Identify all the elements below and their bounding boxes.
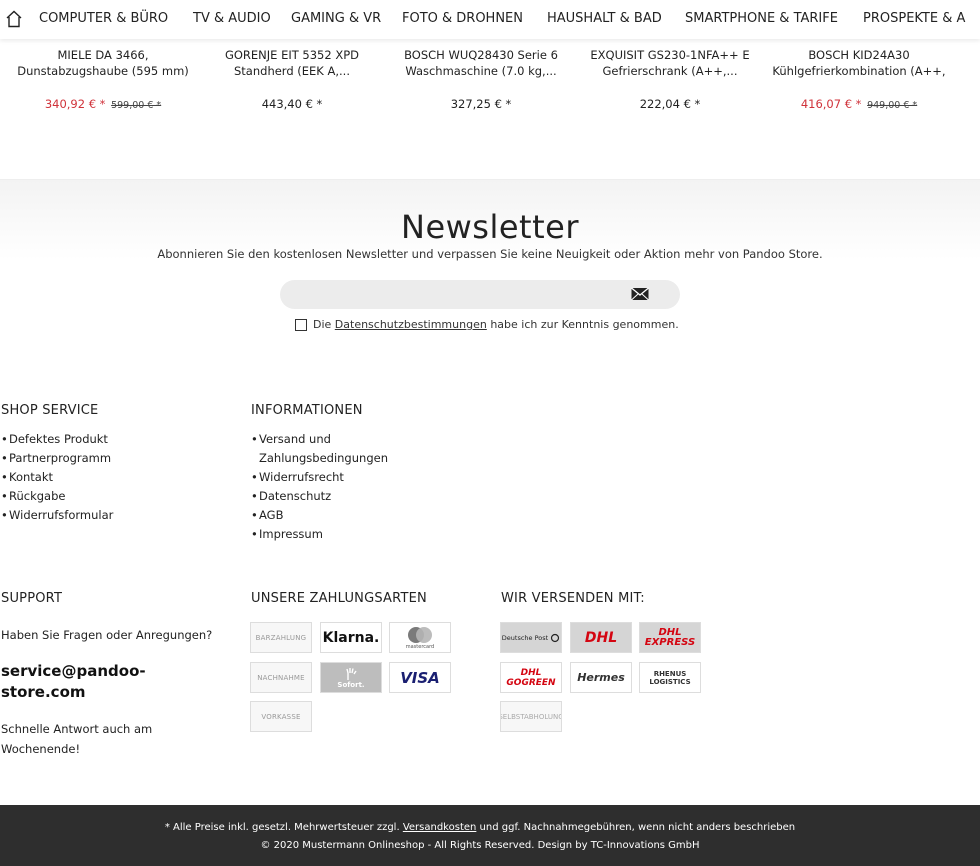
klarna-logo: Klarna.: [322, 629, 380, 646]
product-price: 340,92 € * 599,00 € *: [44, 97, 162, 111]
nav-item-computer-buero[interactable]: COMPUTER & BÜRO: [39, 11, 168, 26]
nav-item-tv-audio[interactable]: TV & AUDIO: [193, 11, 271, 26]
link-rueckgabe[interactable]: Rückgabe: [1, 487, 201, 506]
link-widerrufsrecht[interactable]: Widerrufsrecht: [251, 468, 401, 487]
nav-item-gaming-vr[interactable]: GAMING & VR: [291, 11, 381, 26]
product-card[interactable]: BOSCH KID24A30 Kühlgefrierkombination (A…: [766, 47, 952, 114]
sofort-hand-icon: [346, 667, 357, 680]
product-price: 443,40 € *: [261, 97, 323, 111]
link-datenschutz[interactable]: Datenschutz: [251, 487, 401, 506]
shipping-selbstabholung: SELBSTABHOLUNG: [500, 701, 562, 732]
link-agb[interactable]: AGB: [251, 506, 401, 525]
shipping-deutsche-post: Deutsche Post: [500, 622, 562, 653]
shipping-hermes: Hermes: [570, 662, 632, 693]
old-price: 949,00 € *: [867, 100, 918, 111]
privacy-consent: Die Datenschutzbestimmungen habe ich zur…: [295, 318, 679, 331]
support-email-link[interactable]: service@pandoo-store.com: [1, 661, 201, 703]
link-kontakt[interactable]: Kontakt: [1, 468, 201, 487]
link-versand-zahlung[interactable]: Versand und Zahlungsbedingungen: [251, 430, 401, 468]
newsletter-title: Newsletter: [401, 208, 579, 246]
product-card[interactable]: EXQUISIT GS230-1NFA++ E Gefrierschrank (…: [577, 47, 763, 112]
versandkosten-link[interactable]: Versandkosten: [403, 822, 477, 833]
newsletter-email-input[interactable]: [280, 280, 680, 309]
mastercard-logo: [408, 626, 432, 643]
product-card[interactable]: MIELE DA 3466, Dunstabzugshaube (595 mm)…: [10, 47, 196, 114]
nav-item-foto-drohnen[interactable]: FOTO & DROHNEN: [402, 11, 523, 26]
support-note: Schnelle Antwort auch am Wochenende!: [1, 722, 153, 756]
old-price: 599,00 € *: [111, 100, 162, 111]
product-name[interactable]: BOSCH KID24A30 Kühlgefrierkombination (A…: [766, 47, 952, 80]
product-price: 222,04 € *: [639, 97, 701, 111]
payment-sofort: Sofort.: [320, 662, 382, 693]
send-mail-icon[interactable]: [630, 286, 650, 302]
main-nav: COMPUTER & BÜRO TV & AUDIO GAMING & VR F…: [0, 0, 980, 39]
product-price: 327,25 € *: [450, 97, 512, 111]
shipping-dhl-gogreen: DHL GOGREEN: [500, 662, 562, 693]
payment-vorkasse: VORKASSE: [250, 701, 312, 732]
visa-logo: VISA: [400, 668, 440, 687]
informationen-heading: INFORMATIONEN: [251, 403, 363, 418]
product-price: 416,07 € * 949,00 € *: [800, 97, 918, 111]
informationen-links: Versand und Zahlungsbedingungen Widerruf…: [251, 430, 401, 544]
price-notice: * Alle Preise inkl. gesetzl. Mehrwertste…: [164, 822, 796, 833]
support-question: Haben Sie Fragen oder Anregungen?: [1, 628, 213, 642]
nav-item-haushalt-bad[interactable]: HAUSHALT & BAD: [547, 11, 662, 26]
product-name[interactable]: BOSCH WUQ28430 Serie 6 Waschmaschine (7.…: [388, 47, 574, 80]
product-card[interactable]: GORENJE EIT 5352 XPD Standherd (EEK A,..…: [199, 47, 385, 112]
payment-barzahlung: BARZAHLUNG: [250, 622, 312, 653]
support-heading: SUPPORT: [1, 591, 63, 606]
nav-item-smartphone-tarife[interactable]: SMARTPHONE & TARIFE: [685, 11, 838, 26]
copyright: © 2020 Mustermann Onlineshop - All Right…: [260, 840, 700, 851]
home-icon[interactable]: [6, 10, 22, 28]
product-card[interactable]: BOSCH WUQ28430 Serie 6 Waschmaschine (7.…: [388, 47, 574, 112]
shipping-heading: WIR VERSENDEN MIT:: [501, 591, 645, 606]
footer-bar: * Alle Preise inkl. gesetzl. Mehrwertste…: [0, 805, 980, 866]
payment-mastercard: mastercard: [389, 622, 451, 653]
privacy-checkbox[interactable]: [295, 319, 307, 331]
payment-visa: VISA: [389, 662, 451, 693]
nav-item-prospekte[interactable]: PROSPEKTE & A: [863, 11, 965, 26]
privacy-policy-link[interactable]: Datenschutzbestimmungen: [335, 318, 487, 331]
product-name[interactable]: GORENJE EIT 5352 XPD Standherd (EEK A,..…: [199, 47, 385, 80]
post-horn-icon: [551, 633, 560, 642]
shop-service-links: Defektes Produkt Partnerprogramm Kontakt…: [1, 430, 201, 525]
payment-klarna: Klarna.: [320, 622, 382, 653]
product-name[interactable]: EXQUISIT GS230-1NFA++ E Gefrierschrank (…: [577, 47, 763, 80]
shipping-dhl: DHL: [570, 622, 632, 653]
newsletter-section: Newsletter Abonnieren Sie den kostenlose…: [0, 179, 980, 379]
shipping-rhenus: RHENUS LOGISTICS: [639, 662, 701, 693]
link-partnerprogramm[interactable]: Partnerprogramm: [1, 449, 201, 468]
link-impressum[interactable]: Impressum: [251, 525, 401, 544]
newsletter-subtitle: Abonnieren Sie den kostenlosen Newslette…: [157, 247, 823, 261]
link-widerrufsformular[interactable]: Widerrufsformular: [1, 506, 201, 525]
payment-nachnahme: NACHNAHME: [250, 662, 312, 693]
link-defektes-produkt[interactable]: Defektes Produkt: [1, 430, 201, 449]
payment-heading: UNSERE ZAHLUNGSARTEN: [251, 591, 427, 606]
product-name[interactable]: MIELE DA 3466, Dunstabzugshaube (595 mm): [10, 47, 196, 80]
shop-service-heading: SHOP SERVICE: [1, 403, 99, 418]
shipping-dhl-express: DHL EXPRESS: [639, 622, 701, 653]
